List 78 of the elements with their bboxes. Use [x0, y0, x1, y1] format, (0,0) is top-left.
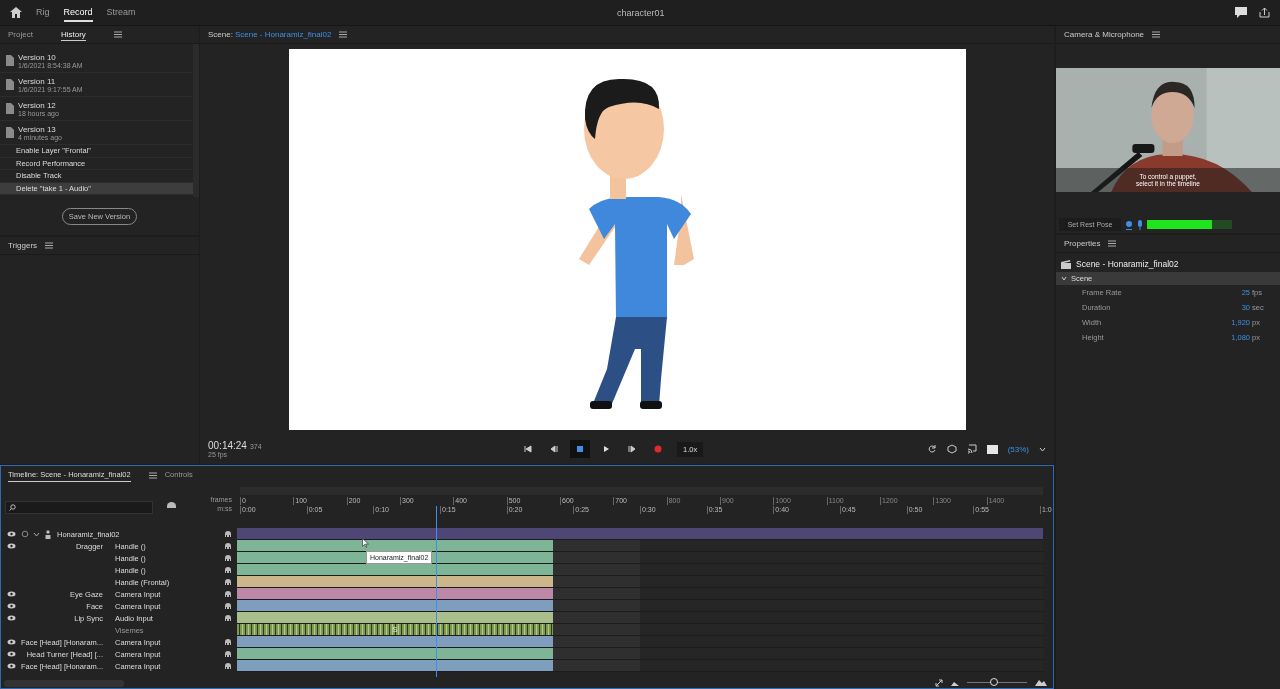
document-icon [6, 103, 14, 114]
step-back-icon [549, 444, 559, 454]
puppet-icon[interactable] [224, 602, 232, 610]
puppet-icon[interactable] [224, 542, 232, 550]
menu-icon[interactable] [113, 31, 122, 38]
chevron-icon[interactable] [1061, 276, 1067, 281]
document-title: character01 [617, 7, 665, 18]
cube-icon[interactable] [946, 444, 957, 454]
menu-icon[interactable] [339, 31, 348, 38]
workspace-tab[interactable]: Stream [106, 3, 136, 22]
microphone-icon[interactable] [1137, 219, 1143, 230]
puppet-icon[interactable] [224, 638, 232, 646]
eye-icon[interactable] [6, 543, 16, 549]
search-field[interactable] [5, 501, 153, 514]
menu-icon[interactable] [148, 471, 157, 479]
puppet-icon[interactable] [224, 662, 232, 670]
cast-icon[interactable] [966, 444, 977, 454]
version-name: Version 13 [18, 124, 57, 134]
play-icon [601, 444, 611, 454]
puppet-icon[interactable] [224, 650, 232, 658]
stop-icon [575, 444, 585, 454]
eye-icon[interactable] [6, 663, 16, 669]
eye-icon[interactable] [6, 591, 16, 597]
scene-label: Scene: [208, 30, 233, 39]
track-clip[interactable] [237, 528, 1043, 539]
eye-icon[interactable] [6, 603, 16, 609]
document-icon [6, 79, 14, 90]
version-name: Version 11 [18, 76, 57, 86]
eye-icon[interactable] [6, 615, 16, 621]
zoom-in-icon[interactable] [1035, 679, 1047, 686]
chevron-down-icon[interactable] [33, 531, 40, 537]
version-name: Version 10 [18, 52, 57, 62]
document-icon [6, 55, 14, 66]
current-time: 00:14:24 [208, 440, 247, 451]
panel-tab[interactable]: History [60, 28, 86, 41]
webcam-icon[interactable] [1125, 219, 1133, 230]
person-icon [45, 529, 51, 539]
eye-icon[interactable] [6, 531, 16, 537]
puppet-icon[interactable] [224, 578, 232, 586]
puppet-icon[interactable] [224, 590, 232, 598]
circle-icon[interactable] [21, 530, 29, 538]
home-icon[interactable] [10, 7, 22, 18]
chevron-down-icon[interactable] [1039, 446, 1046, 452]
panel-title: Properties [1064, 239, 1101, 248]
panel-title: Camera & Microphone [1064, 30, 1145, 39]
skip-back-icon [523, 444, 533, 454]
menu-icon[interactable] [1108, 240, 1117, 247]
puppet-icon[interactable] [224, 530, 232, 538]
comment-icon[interactable] [1235, 7, 1247, 18]
clapperboard-icon [1061, 259, 1071, 269]
puppet-icon[interactable] [224, 566, 232, 574]
panel-tab[interactable]: Project [8, 28, 33, 41]
puppet-icon[interactable] [224, 554, 232, 562]
share-icon[interactable] [1259, 7, 1270, 18]
menu-icon[interactable] [45, 242, 54, 249]
refresh-icon[interactable] [926, 444, 937, 454]
eye-icon[interactable] [6, 651, 16, 657]
record-icon [653, 444, 663, 454]
puppet-icon[interactable] [224, 614, 232, 622]
scrollbar[interactable] [4, 680, 124, 687]
search-icon [9, 504, 16, 511]
zoom-out-icon[interactable] [951, 679, 959, 686]
transport-button[interactable] [570, 440, 590, 458]
square-icon[interactable] [986, 444, 998, 454]
workspace-tab[interactable]: Rig [36, 3, 50, 22]
document-icon [6, 127, 14, 138]
panel-title: Triggers [8, 241, 38, 250]
scene-name[interactable]: Scene - Honaramiz_final02 [234, 30, 332, 39]
workspace-tab[interactable]: Record [63, 3, 93, 22]
version-name: Version 12 [18, 100, 57, 110]
object-name: Scene - Honaramiz_final02 [1076, 259, 1179, 269]
menu-icon[interactable] [1152, 31, 1161, 38]
zoom-level[interactable]: (53%) [1007, 444, 1029, 454]
eye-icon[interactable] [6, 639, 16, 645]
slider-thumb[interactable] [990, 678, 998, 686]
expand-icon[interactable] [935, 678, 943, 687]
puppet-filter-icon[interactable] [166, 500, 177, 509]
step-forward-icon [627, 444, 637, 454]
